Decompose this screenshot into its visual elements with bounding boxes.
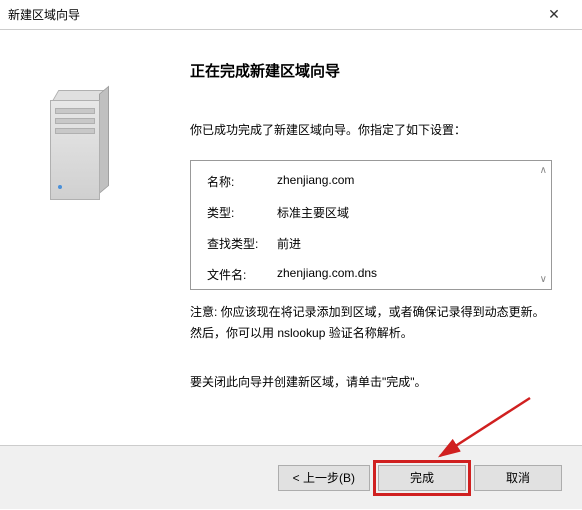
note-text: 注意: 你应该现在将记录添加到区域，或者确保记录得到动态更新。然后，你可以用 n… (190, 302, 552, 343)
titlebar: 新建区域向导 ✕ (0, 0, 582, 30)
button-row: < 上一步(B) 完成 取消 (0, 445, 582, 509)
settings-row: 名称: zhenjiang.com (207, 173, 535, 190)
settings-box: ∧ 名称: zhenjiang.com 类型: 标准主要区域 查找类型: 前进 … (190, 160, 552, 290)
back-button[interactable]: < 上一步(B) (278, 465, 370, 491)
settings-value: zhenjiang.com.dns (277, 266, 535, 283)
settings-row: 文件名: zhenjiang.com.dns (207, 266, 535, 283)
final-text: 要关闭此向导并创建新区域，请单击"完成"。 (190, 373, 552, 392)
settings-label: 类型: (207, 204, 277, 221)
scroll-up-icon[interactable]: ∧ (540, 165, 547, 176)
right-panel: 正在完成新建区域向导 你已成功完成了新建区域向导。你指定了如下设置： ∧ 名称:… (190, 30, 582, 445)
intro-text: 你已成功完成了新建区域向导。你指定了如下设置： (190, 121, 552, 140)
page-heading: 正在完成新建区域向导 (190, 60, 552, 81)
settings-row: 查找类型: 前进 (207, 235, 535, 252)
settings-label: 查找类型: (207, 235, 277, 252)
settings-label: 名称: (207, 173, 277, 190)
finish-button[interactable]: 完成 (378, 465, 466, 491)
settings-label: 文件名: (207, 266, 277, 283)
scroll-down-icon[interactable]: ∨ (540, 274, 547, 285)
close-icon: ✕ (548, 6, 560, 23)
left-panel (0, 30, 190, 445)
server-icon (50, 90, 110, 200)
close-button[interactable]: ✕ (534, 1, 574, 29)
content-area: 正在完成新建区域向导 你已成功完成了新建区域向导。你指定了如下设置： ∧ 名称:… (0, 30, 582, 445)
settings-value: 标准主要区域 (277, 204, 535, 221)
window-title: 新建区域向导 (8, 6, 534, 23)
settings-value: 前进 (277, 235, 535, 252)
settings-value: zhenjiang.com (277, 173, 535, 190)
settings-row: 类型: 标准主要区域 (207, 204, 535, 221)
cancel-button[interactable]: 取消 (474, 465, 562, 491)
